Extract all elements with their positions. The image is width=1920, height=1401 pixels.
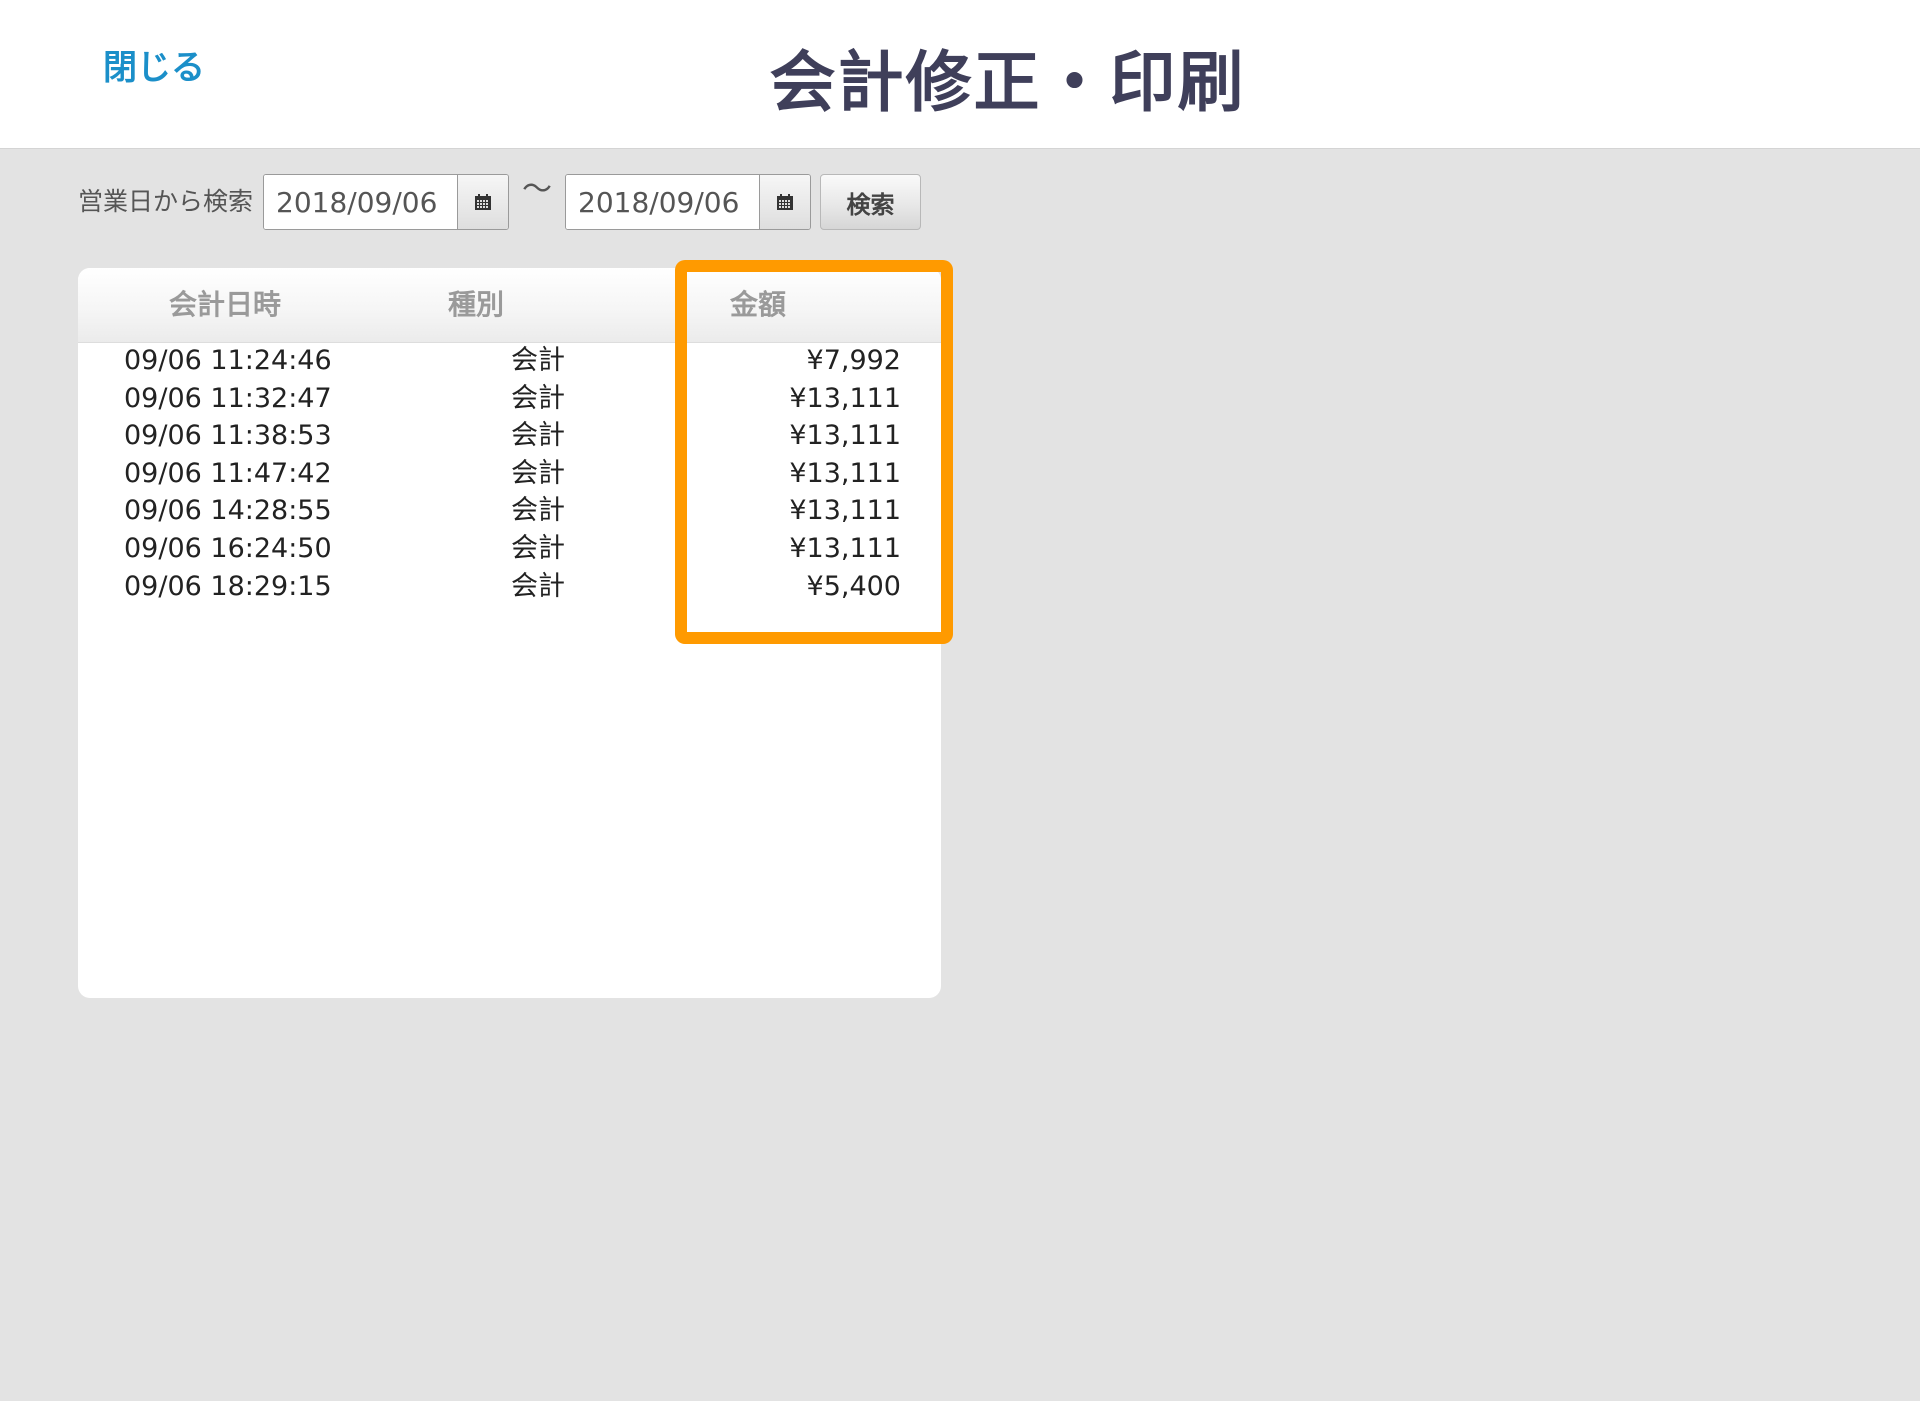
column-header-type[interactable]: 種別 bbox=[448, 288, 504, 322]
row-datetime: 09/06 11:38:53 bbox=[124, 420, 332, 452]
row-type: 会計 bbox=[511, 345, 565, 376]
row-amount: ¥5,400 bbox=[806, 570, 901, 602]
date-range-separator: 〜 bbox=[522, 172, 553, 207]
row-datetime: 09/06 18:29:15 bbox=[124, 570, 332, 602]
row-type: 会計 bbox=[511, 570, 565, 602]
row-type: 会計 bbox=[511, 382, 565, 414]
row-datetime: 09/06 11:47:42 bbox=[124, 457, 332, 489]
transactions-table: 会計日時 種別 金額 09/06 11:24:46 会計 ¥7,992 09/0… bbox=[78, 268, 941, 998]
to-date-group bbox=[565, 174, 812, 230]
table-row[interactable]: 09/06 16:24:50 会計 ¥13,111 bbox=[78, 530, 941, 568]
table-row[interactable]: 09/06 11:38:53 会計 ¥13,111 bbox=[78, 417, 941, 455]
search-button[interactable]: 検索 bbox=[820, 174, 922, 230]
from-date-group bbox=[263, 174, 510, 230]
table-header: 会計日時 種別 金額 bbox=[78, 268, 941, 343]
from-date-input[interactable] bbox=[264, 175, 458, 229]
row-amount: ¥13,111 bbox=[789, 420, 901, 452]
from-calendar-button[interactable] bbox=[457, 175, 509, 229]
to-calendar-button[interactable] bbox=[759, 175, 811, 229]
row-datetime: 09/06 11:24:46 bbox=[124, 345, 332, 376]
row-amount: ¥7,992 bbox=[806, 345, 901, 376]
table-row[interactable]: 09/06 11:24:46 会計 ¥7,992 bbox=[78, 342, 941, 380]
row-datetime: 09/06 14:28:55 bbox=[124, 495, 332, 527]
calendar-icon bbox=[475, 194, 492, 210]
column-header-amount[interactable]: 金額 bbox=[730, 288, 786, 322]
row-type: 会計 bbox=[511, 457, 565, 489]
row-datetime: 09/06 11:32:47 bbox=[124, 382, 332, 414]
search-label: 営業日から検索 bbox=[78, 187, 254, 216]
row-amount: ¥13,111 bbox=[789, 495, 901, 527]
table-row[interactable]: 09/06 18:29:15 会計 ¥5,400 bbox=[78, 568, 941, 606]
table-row[interactable]: 09/06 11:32:47 会計 ¥13,111 bbox=[78, 380, 941, 418]
row-datetime: 09/06 16:24:50 bbox=[124, 532, 332, 564]
row-type: 会計 bbox=[511, 495, 565, 527]
column-header-datetime[interactable]: 会計日時 bbox=[169, 288, 281, 322]
row-amount: ¥13,111 bbox=[789, 532, 901, 564]
header-bar: 閉じる 会計修正・印刷 bbox=[0, 0, 1920, 149]
calendar-icon bbox=[777, 194, 794, 210]
table-row[interactable]: 09/06 11:47:42 会計 ¥13,111 bbox=[78, 455, 941, 493]
row-amount: ¥13,111 bbox=[789, 382, 901, 414]
page-title: 会計修正・印刷 bbox=[769, 44, 1246, 121]
row-type: 会計 bbox=[511, 420, 565, 452]
table-row[interactable]: 09/06 14:28:55 会計 ¥13,111 bbox=[78, 492, 941, 530]
row-type: 会計 bbox=[511, 532, 565, 564]
row-amount: ¥13,111 bbox=[789, 457, 901, 489]
search-bar: 営業日から検索 〜 bbox=[78, 172, 922, 230]
table-body: 09/06 11:24:46 会計 ¥7,992 09/06 11:32:47 … bbox=[78, 342, 941, 605]
to-date-input[interactable] bbox=[566, 175, 760, 229]
